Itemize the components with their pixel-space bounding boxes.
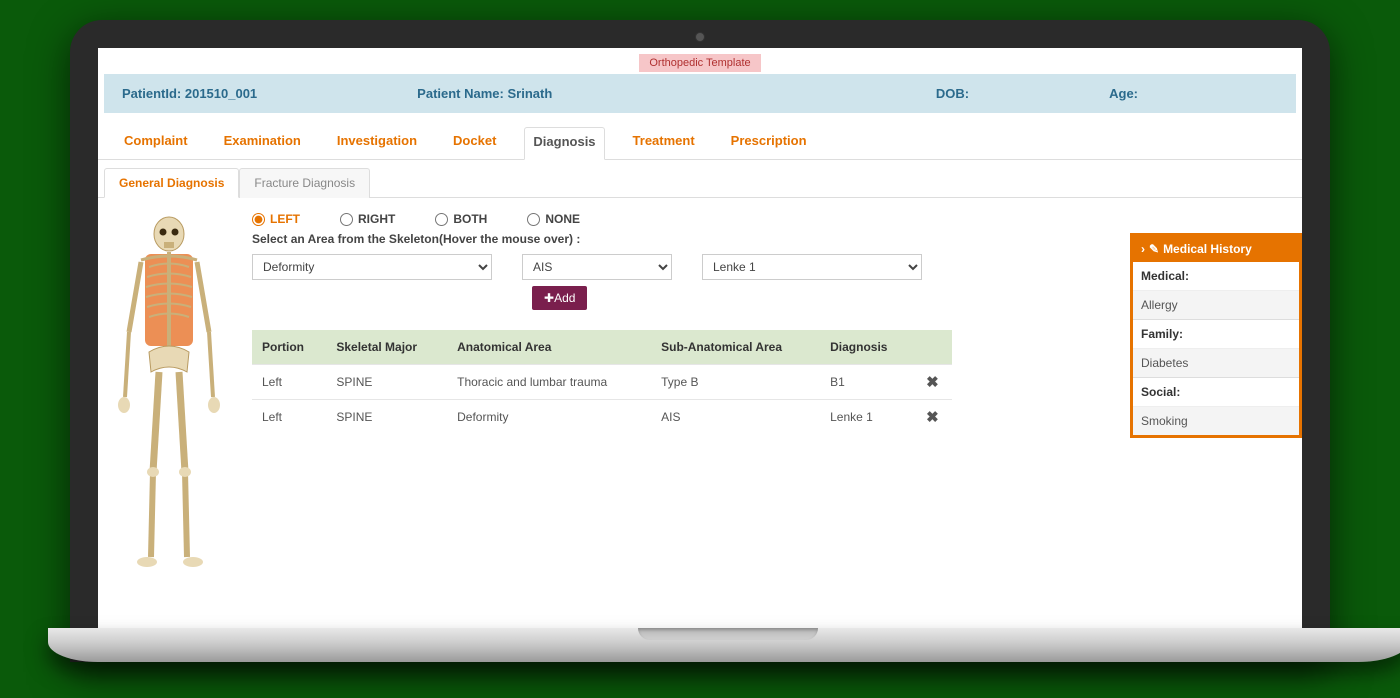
patient-id: PatientId: 201510_001 [122,86,257,101]
medical-history-panel: › ✎ Medical History Medical:AllergyFamil… [1130,233,1302,438]
med-history-label: Family: [1133,319,1299,348]
med-history-value: Smoking [1133,406,1299,435]
sub-anatomical-select[interactable]: AIS [522,254,672,280]
delete-row-button[interactable]: ✖ [913,400,952,435]
side-option-right[interactable]: RIGHT [340,212,395,226]
medical-history-body: Medical:AllergyFamily:DiabetesSocial:Smo… [1133,262,1299,435]
anatomical-area-select[interactable]: Deformity [252,254,492,280]
patient-name-value: Srinath [508,86,553,101]
tab-complaint[interactable]: Complaint [116,127,196,159]
skeleton-svg[interactable] [109,212,229,572]
med-history-label: Medical: [1133,262,1299,290]
add-button-label: Add [554,291,575,305]
side-radio-group: LEFT RIGHT BOTH NONE [252,212,1296,226]
patient-dob: DOB: [936,86,969,101]
main-tabs: Complaint Examination Investigation Docket D… [98,113,1302,160]
tab-diagnosis[interactable]: Diagnosis [524,127,604,160]
tab-examination[interactable]: Examination [216,127,309,159]
app-screen: Orthopedic Template PatientId: 201510_00… [98,48,1302,628]
patient-info-bar: PatientId: 201510_001 Patient Name: Srin… [104,74,1296,113]
table-header: Portion [252,330,326,365]
med-history-value: Allergy [1133,290,1299,319]
medical-history-title: Medical History [1163,242,1252,256]
table-row: LeftSPINEDeformityAISLenke 1✖ [252,400,952,435]
diagnosis-table: PortionSkeletal MajorAnatomical AreaSub-… [252,330,952,434]
side-label: LEFT [270,212,300,226]
patient-id-label: PatientId: [122,86,181,101]
sub-tabs: General DiagnosisFracture Diagnosis [98,160,1302,198]
side-option-left[interactable]: LEFT [252,212,300,226]
subtab-fracture-diagnosis[interactable]: Fracture Diagnosis [239,168,370,198]
side-label: BOTH [453,212,487,226]
patient-name-label: Patient Name: [417,86,504,101]
subtab-general-diagnosis[interactable]: General Diagnosis [104,168,239,198]
delete-row-button[interactable]: ✖ [913,365,952,400]
skeleton-diagram[interactable] [104,212,234,572]
med-history-label: Social: [1133,377,1299,406]
tab-docket[interactable]: Docket [445,127,504,159]
add-button[interactable]: ✚Add [532,286,587,310]
patient-age: Age: [1109,86,1138,101]
side-option-both[interactable]: BOTH [435,212,487,226]
side-radio-right[interactable] [340,213,353,226]
table-cell: AIS [651,400,820,435]
camera-dot [695,32,705,42]
table-cell: B1 [820,365,913,400]
table-cell: Deformity [447,400,651,435]
table-header: Anatomical Area [447,330,651,365]
side-option-none[interactable]: NONE [527,212,580,226]
medical-history-header[interactable]: › ✎ Medical History [1133,236,1299,262]
patient-name: Patient Name: Srinath [417,86,552,101]
chevron-right-icon: › [1141,242,1145,256]
table-cell: Thoracic and lumbar trauma [447,365,651,400]
side-radio-both[interactable] [435,213,448,226]
table-cell: Left [252,400,326,435]
tab-treatment[interactable]: Treatment [625,127,703,159]
patient-id-value: 201510_001 [185,86,257,101]
patient-dob-label: DOB: [936,86,969,101]
table-header [913,330,952,365]
diagnosis-select[interactable]: Lenke 1 [702,254,922,280]
plus-icon: ✚ [544,291,554,305]
table-header: Diagnosis [820,330,913,365]
template-badge: Orthopedic Template [639,54,760,72]
side-radio-none[interactable] [527,213,540,226]
table-cell: Left [252,365,326,400]
laptop-base [48,628,1400,662]
table-cell: SPINE [326,365,447,400]
table-header: Sub-Anatomical Area [651,330,820,365]
tab-investigation[interactable]: Investigation [329,127,425,159]
edit-icon: ✎ [1149,242,1159,256]
side-label: NONE [545,212,580,226]
table-row: LeftSPINEThoracic and lumbar traumaType … [252,365,952,400]
table-cell: Lenke 1 [820,400,913,435]
table-cell: SPINE [326,400,447,435]
diagnosis-content: LEFTRIGHTBOTHNONE Select an Area from th… [98,198,1302,572]
laptop-notch [638,628,818,640]
patient-age-label: Age: [1109,86,1138,101]
side-radio-left[interactable] [252,213,265,226]
table-cell: Type B [651,365,820,400]
med-history-value: Diabetes [1133,348,1299,377]
laptop-frame: Orthopedic Template PatientId: 201510_00… [70,20,1330,662]
side-label: RIGHT [358,212,395,226]
tab-prescription[interactable]: Prescription [723,127,815,159]
table-header: Skeletal Major [326,330,447,365]
